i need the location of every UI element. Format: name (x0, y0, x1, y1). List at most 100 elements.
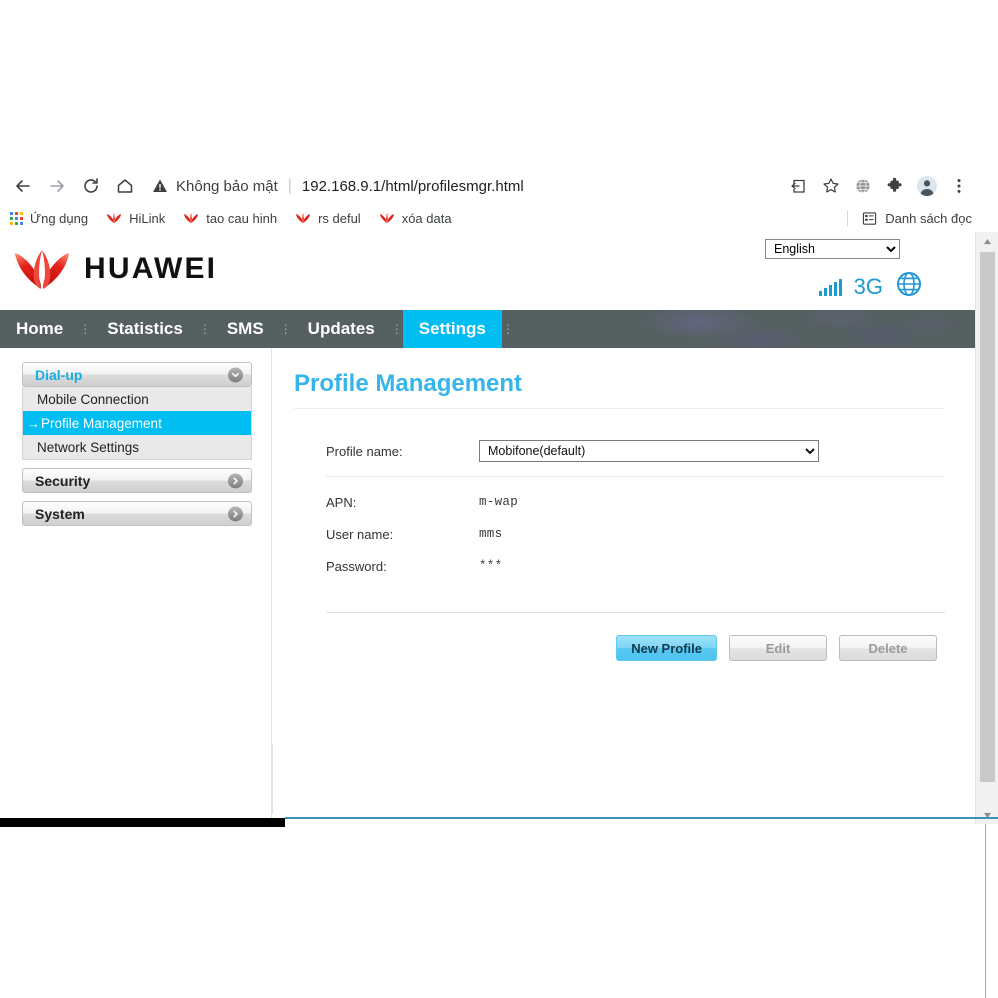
tab-statistics[interactable]: Statistics (91, 310, 199, 348)
sidebar-item-mobile-connection[interactable]: Mobile Connection (23, 387, 251, 411)
url-separator: | (288, 177, 292, 195)
profile-form: Profile name: Mobifone(default) APN: m-w… (294, 409, 945, 661)
huawei-bookmark-icon (295, 212, 311, 224)
huawei-wordmark: HUAWEI (84, 252, 217, 286)
new-profile-button[interactable]: New Profile (616, 635, 717, 661)
profile-actions: New Profile Edit Delete (294, 613, 945, 661)
tab-sms[interactable]: SMS (211, 310, 280, 348)
scroll-down-arrow-icon[interactable] (976, 806, 998, 824)
delete-button[interactable]: Delete (839, 635, 937, 661)
browser-toolbar: Không bảo mật | 192.168.9.1/html/profile… (0, 168, 998, 204)
chevron-down-icon (228, 367, 243, 382)
sidebar-header-system[interactable]: System (22, 501, 252, 526)
sidebar-header-label: Dial-up (35, 367, 82, 383)
sidebar-item-label: Mobile Connection (37, 392, 149, 407)
chevron-right-icon (228, 506, 243, 521)
sidebar-item-network-settings[interactable]: Network Settings (23, 435, 251, 459)
back-button[interactable] (6, 171, 40, 201)
bookmark-rs-deful[interactable]: rs deful (295, 211, 361, 226)
nav-separator: ⋮ (199, 310, 211, 348)
network-type-label: 3G (854, 274, 883, 300)
profile-name-select[interactable]: Mobifone(default) (479, 440, 819, 462)
bookmark-xoa-data[interactable]: xóa data (379, 211, 452, 226)
settings-sidebar: Dial-up Mobile Connection → Profil (0, 348, 272, 824)
sidebar-list-dialup: Mobile Connection → Profile Management N… (22, 387, 252, 460)
profile-name-label: Profile name: (294, 444, 479, 459)
tab-settings[interactable]: Settings (403, 310, 502, 348)
warning-triangle-icon (152, 178, 168, 194)
scrollbar-thumb[interactable] (980, 252, 995, 782)
sidebar-header-label: Security (35, 473, 90, 489)
bookmark-tao-cau-hinh[interactable]: tao cau hinh (183, 211, 277, 226)
sidebar-header-dialup[interactable]: Dial-up (22, 362, 252, 387)
connection-status: 3G (819, 270, 923, 303)
main-nav: Home ⋮ Statistics ⋮ SMS ⋮ Updates ⋮ Sett… (0, 310, 975, 348)
apn-row: APN: m-wap (294, 486, 945, 518)
home-button[interactable] (108, 171, 142, 201)
page-viewport: HUAWEI English 3G Home ⋮ (0, 232, 998, 824)
edit-button[interactable]: Edit (729, 635, 827, 661)
menu-icon[interactable] (944, 171, 974, 201)
sidebar-header-security[interactable]: Security (22, 468, 252, 493)
reading-list-icon (862, 211, 877, 226)
star-icon[interactable] (816, 171, 846, 201)
settings-content: Profile Management Profile name: Mobifon… (272, 348, 975, 824)
nav-separator: ⋮ (502, 310, 514, 348)
sidebar-item-label: Profile Management (41, 416, 162, 431)
tab-home[interactable]: Home (0, 310, 79, 348)
reload-button[interactable] (74, 171, 108, 201)
router-admin-page: HUAWEI English 3G Home ⋮ (0, 232, 975, 824)
apps-grid-icon (10, 212, 23, 225)
bookmark-label: tao cau hinh (206, 211, 277, 226)
extensions-icon[interactable] (880, 171, 910, 201)
chevron-right-icon (228, 473, 243, 488)
scroll-up-arrow-icon[interactable] (976, 232, 998, 250)
bookmarks-bar: Ứng dụng HiLink (0, 204, 998, 232)
window-bottom-accent-line (285, 817, 998, 819)
password-value: *** (479, 559, 502, 573)
forward-button[interactable] (40, 171, 74, 201)
form-divider (326, 476, 945, 477)
sidebar-item-label: Network Settings (37, 440, 139, 455)
username-label: User name: (294, 527, 479, 542)
selected-arrow-icon: → (27, 416, 40, 431)
reading-list-button[interactable]: Danh sách đọc (847, 210, 972, 226)
bookmark-label: rs deful (318, 211, 361, 226)
page-scrollbar[interactable] (975, 232, 998, 824)
huawei-bookmark-icon (379, 212, 395, 224)
taskbar-dark-strip (0, 818, 285, 827)
apn-value: m-wap (479, 495, 518, 509)
profile-name-row: Profile name: Mobifone(default) (294, 435, 945, 467)
nav-separator: ⋮ (280, 310, 292, 348)
bookmark-label: Ứng dụng (30, 211, 88, 226)
password-row: Password: *** (294, 550, 945, 582)
address-bar-url[interactable]: 192.168.9.1/html/profilesmgr.html (302, 178, 524, 195)
content-vertical-divider (272, 744, 273, 814)
huawei-bookmark-icon (106, 212, 122, 224)
tab-updates[interactable]: Updates (292, 310, 391, 348)
toolbar-actions (784, 168, 974, 204)
nav-separator: ⋮ (391, 310, 403, 348)
security-label: Không bảo mật (176, 178, 278, 195)
globe-icon[interactable] (848, 171, 878, 201)
username-row: User name: mms (294, 518, 945, 550)
huawei-bookmark-icon (183, 212, 199, 224)
sidebar-group-system: System (22, 501, 252, 526)
sidebar-group-dialup: Dial-up Mobile Connection → Profil (22, 362, 252, 460)
sidebar-header-label: System (35, 506, 85, 522)
bookmark-hilink[interactable]: HiLink (106, 211, 165, 226)
profile-icon[interactable] (912, 171, 942, 201)
page-body: Dial-up Mobile Connection → Profil (0, 348, 975, 824)
bookmark-apps[interactable]: Ứng dụng (10, 211, 88, 226)
page-title: Profile Management (294, 370, 945, 398)
reading-list-label: Danh sách đọc (885, 211, 972, 226)
language-select[interactable]: English (765, 239, 900, 259)
huawei-flower-icon (12, 246, 72, 292)
username-value: mms (479, 527, 502, 541)
site-security-indicator[interactable]: Không bảo mật (152, 178, 278, 195)
sidebar-item-profile-management[interactable]: → Profile Management (23, 411, 251, 435)
signal-strength-icon (819, 278, 842, 296)
apn-label: APN: (294, 495, 479, 510)
router-header: HUAWEI English 3G (0, 232, 975, 310)
share-icon[interactable] (784, 171, 814, 201)
